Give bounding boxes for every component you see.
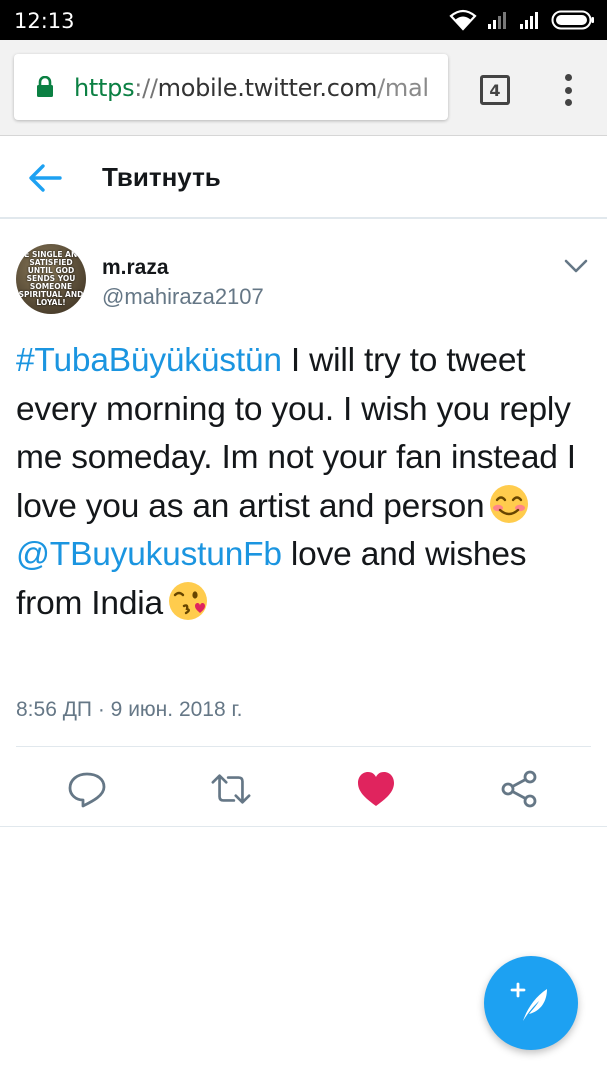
chevron-down-icon[interactable] <box>562 256 590 276</box>
compose-tweet-icon <box>510 982 547 1021</box>
url-separator: :// <box>134 74 158 102</box>
url-host: mobile.twitter.com <box>157 74 378 102</box>
face-blowing-kiss-emoji-icon <box>168 581 207 620</box>
compose-tweet-button[interactable] <box>484 956 578 1050</box>
lock-icon <box>37 76 53 97</box>
signal-icon <box>488 12 506 29</box>
share-button[interactable] <box>498 768 540 810</box>
smiling-face-emoji-icon <box>490 484 529 523</box>
divider <box>0 826 607 827</box>
tab-switcher-button[interactable]: 4 <box>480 75 510 105</box>
username[interactable]: @mahiraza2107 <box>102 284 264 310</box>
url-scheme: https <box>74 74 135 102</box>
tweet-actions <box>0 748 607 826</box>
address-bar[interactable]: https://mobile.twitter.com/mal <box>14 54 448 120</box>
page-title: Твитнуть <box>102 162 221 192</box>
like-button[interactable] <box>355 768 397 810</box>
mention-link[interactable]: @TBuyukustunFb <box>16 536 282 573</box>
tweet-text: #TubaBüyüküstün I will try to tweet ever… <box>16 337 591 628</box>
retweet-button[interactable] <box>210 768 252 810</box>
url-path: /mal <box>377 74 429 102</box>
display-name[interactable]: m.raza <box>102 256 169 280</box>
reply-button[interactable] <box>66 768 108 810</box>
reply-icon <box>68 772 106 808</box>
avatar-image-text: BE SINGLE AND SATISFIED UNTIL GOD SENDS … <box>18 250 84 307</box>
browser-toolbar: https://mobile.twitter.com/mal 4 <box>0 40 607 136</box>
status-bar: 12:13 <box>0 0 607 40</box>
wifi-icon <box>449 9 477 31</box>
avatar[interactable]: BE SINGLE AND SATISFIED UNTIL GOD SENDS … <box>16 244 86 314</box>
url-text: https://mobile.twitter.com/mal <box>74 74 429 102</box>
share-icon <box>501 770 537 808</box>
status-icons <box>449 8 595 32</box>
menu-dot <box>564 86 572 94</box>
hashtag-link[interactable]: #TubaBüyüküstün <box>16 342 282 379</box>
signal-icon <box>520 12 538 29</box>
status-time: 12:13 <box>14 9 75 33</box>
menu-dot <box>564 74 572 81</box>
retweet-icon <box>211 774 251 804</box>
like-icon <box>358 772 394 806</box>
divider <box>16 746 591 747</box>
battery-icon <box>551 10 594 30</box>
menu-dot <box>564 99 572 106</box>
back-arrow-icon[interactable] <box>26 161 64 195</box>
browser-menu-button[interactable] <box>558 72 578 108</box>
tweet-timestamp[interactable]: 8:56 ДП · 9 июн. 2018 г. <box>16 698 242 722</box>
page-header: Твитнуть <box>0 137 607 219</box>
